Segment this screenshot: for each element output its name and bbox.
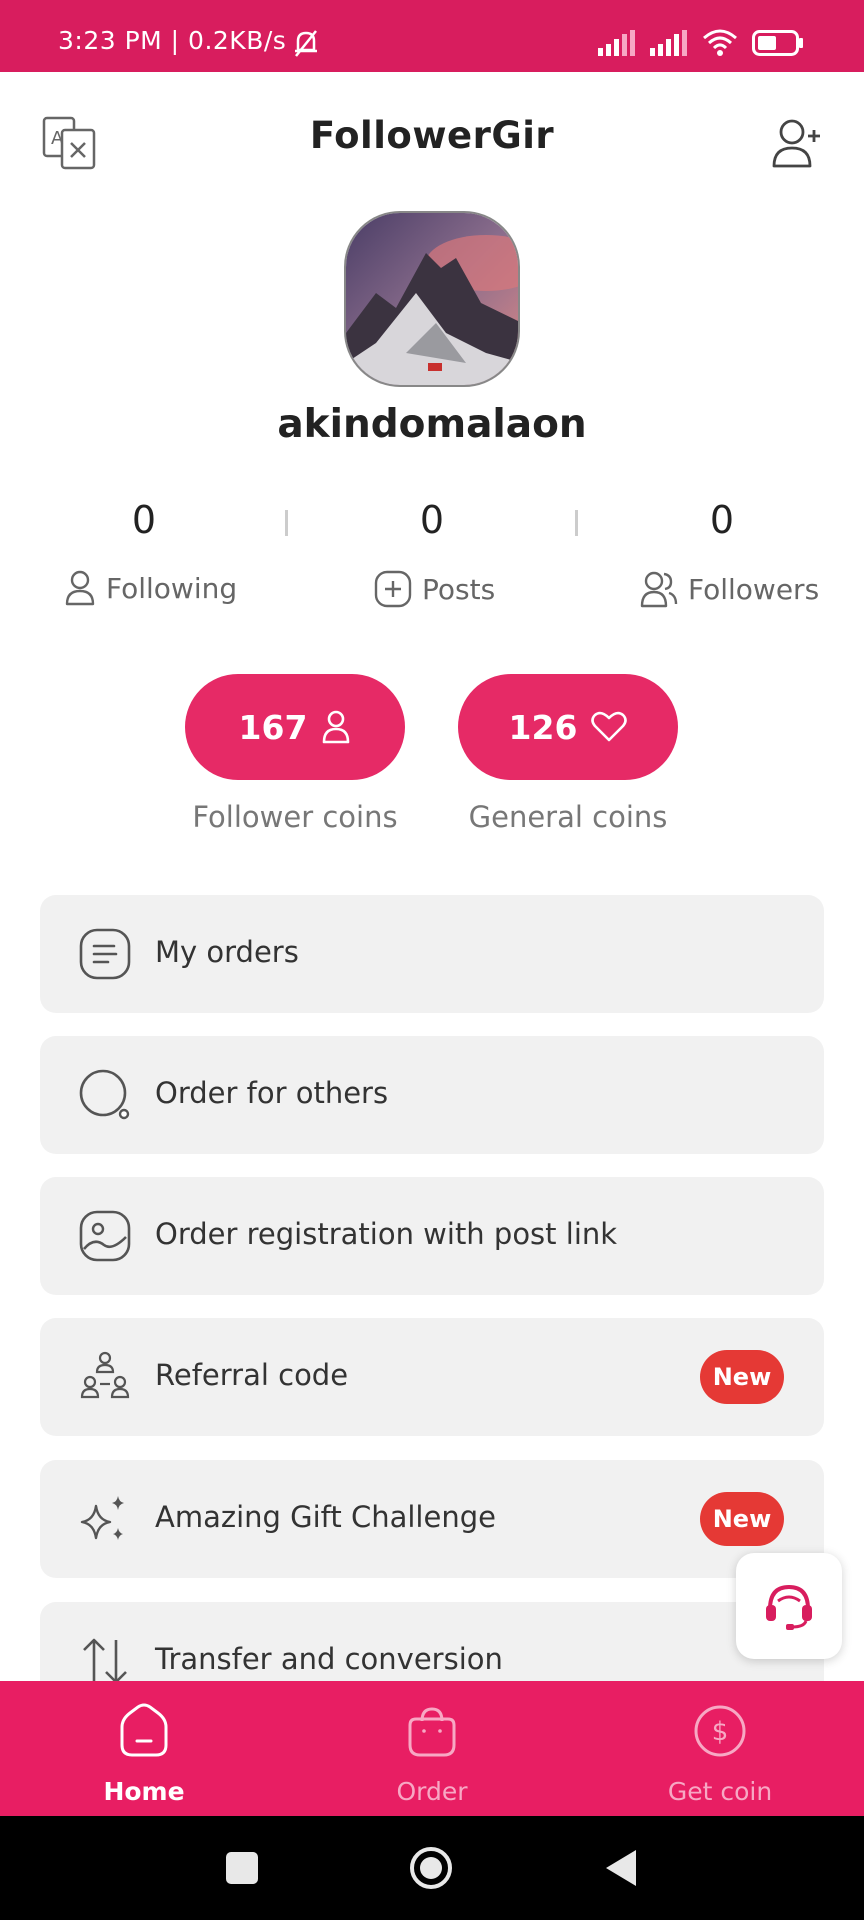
follower-coins-button[interactable]: 167: [185, 674, 405, 780]
person-icon: [65, 570, 95, 606]
image-icon: [79, 1210, 131, 1262]
app-title: FollowerGir: [309, 114, 555, 157]
app-header: A FollowerGir: [0, 72, 864, 202]
nav-home-label: Home: [103, 1777, 185, 1806]
menu-item-label: Amazing Gift Challenge: [155, 1500, 496, 1534]
nav-order-label: Order: [396, 1777, 468, 1806]
svg-text:$: $: [712, 1717, 729, 1747]
headset-icon: [766, 1584, 812, 1630]
add-user-icon: [772, 119, 820, 168]
profile-username: akindomalaon: [277, 402, 587, 447]
avatar[interactable]: [344, 211, 520, 387]
general-coins-button[interactable]: 126: [458, 674, 678, 780]
transfer-arrows-icon: [83, 1638, 127, 1684]
menu-item-label: Referral code: [155, 1358, 349, 1392]
nav-get-coin[interactable]: $ Get coin: [620, 1681, 820, 1816]
followers-value: 0: [709, 498, 735, 542]
recents-button[interactable]: [226, 1852, 258, 1884]
sparkle-icon: [80, 1496, 124, 1540]
menu-gift-challenge[interactable]: Amazing Gift Challenge New: [40, 1460, 824, 1578]
new-badge: New: [700, 1350, 784, 1404]
add-post-icon: [374, 570, 412, 608]
bottom-navigation: Home Order $ Get coin: [0, 1681, 864, 1816]
signal-icon: [598, 30, 635, 56]
stat-divider: [575, 510, 578, 536]
wifi-icon: [703, 29, 737, 56]
signal-icon-2: [650, 30, 687, 56]
menu-item-label: Transfer and conversion: [155, 1642, 503, 1676]
menu-my-orders[interactable]: My orders: [40, 895, 824, 1013]
following-value: 0: [131, 498, 157, 542]
person-icon: [323, 710, 350, 744]
stat-followers[interactable]: Followers: [640, 570, 819, 608]
followers-label: Followers: [688, 572, 820, 606]
menu-referral-code[interactable]: Referral code New: [40, 1318, 824, 1436]
support-button[interactable]: [736, 1553, 842, 1659]
general-coins-value: 126: [508, 707, 578, 747]
posts-count: 0: [302, 498, 562, 542]
avatar-mountain-image: [346, 213, 518, 385]
people-icon: [640, 571, 678, 608]
referral-network-icon: [80, 1351, 130, 1399]
nav-order[interactable]: Order: [332, 1681, 532, 1816]
nav-get-coin-label: Get coin: [667, 1777, 773, 1806]
stat-following[interactable]: Following: [64, 570, 237, 606]
posts-label: Posts: [422, 572, 496, 606]
heart-icon: [591, 711, 628, 742]
home-icon: [120, 1703, 168, 1757]
search-icon: [79, 1069, 130, 1120]
status-time: 3:23 PM | 0.2KB/s: [58, 26, 287, 55]
followers-count: 0: [592, 498, 852, 542]
add-account-button[interactable]: [768, 116, 824, 172]
following-count: 0: [14, 498, 274, 542]
bell-muted-icon: [295, 30, 317, 57]
system-navigation-bar: [0, 1816, 864, 1920]
home-circle-icon: [410, 1847, 452, 1889]
back-button[interactable]: [604, 1848, 638, 1888]
posts-value: 0: [419, 498, 445, 542]
menu-item-label: Order for others: [155, 1076, 389, 1110]
nav-home[interactable]: Home: [44, 1681, 244, 1816]
shopping-bag-icon: [408, 1707, 456, 1757]
document-icon: [79, 928, 131, 980]
dollar-coin-icon: $: [694, 1705, 746, 1757]
menu-item-label: My orders: [155, 935, 299, 969]
stat-posts[interactable]: Posts: [374, 570, 495, 608]
battery-icon: [752, 30, 803, 56]
menu-order-for-others[interactable]: Order for others: [40, 1036, 824, 1154]
new-badge: New: [700, 1492, 784, 1546]
general-coins-label: General coins: [468, 800, 668, 834]
home-system-button[interactable]: [409, 1846, 453, 1890]
following-label: Following: [106, 571, 238, 605]
status-bar: 3:23 PM | 0.2KB/s: [0, 0, 864, 72]
menu-order-registration[interactable]: Order registration with post link: [40, 1177, 824, 1295]
stat-divider: [285, 510, 288, 536]
menu-item-label: Order registration with post link: [155, 1217, 618, 1251]
follower-coins-label: Follower coins: [192, 800, 398, 834]
back-triangle-icon: [606, 1850, 636, 1886]
follower-coins-value: 167: [238, 707, 308, 747]
